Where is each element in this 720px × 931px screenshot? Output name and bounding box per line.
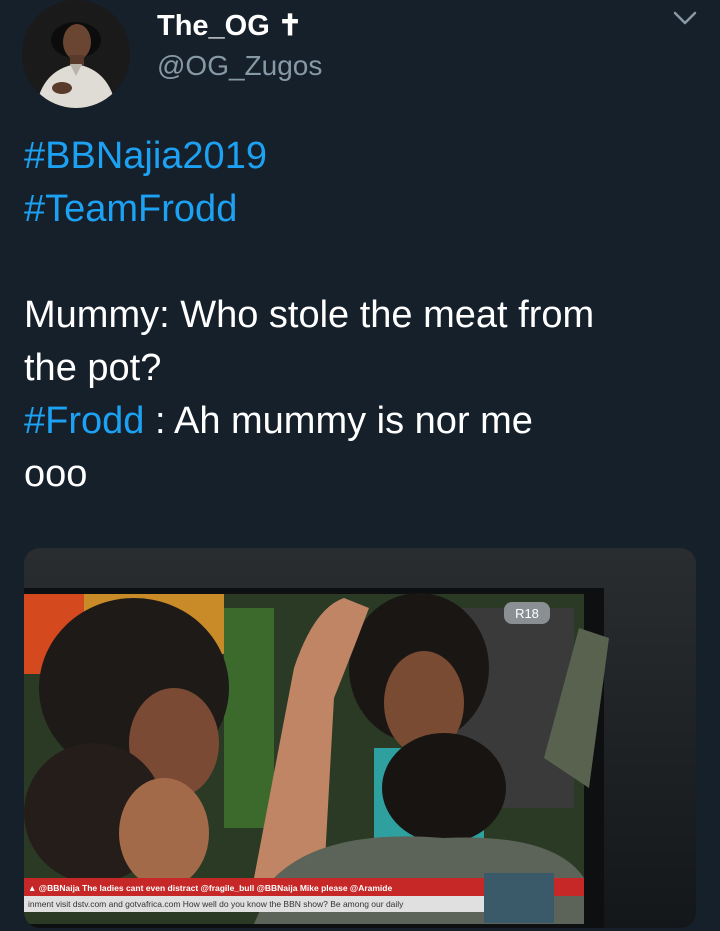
tweet-text-line: ooo (24, 453, 88, 495)
tweet-text-fragment: : Ah mummy is nor me (144, 400, 533, 442)
tweet-text-line: #Frodd : Ah mummy is nor me (24, 395, 704, 448)
tweet-media[interactable]: R18 ▲ @BBNaija The ladies cant even dist… (24, 548, 696, 928)
tv-badge: R18 (515, 606, 539, 621)
tv-ticker-bottom: inment visit dstv.com and gotvafrica.com… (28, 899, 404, 909)
hashtag-bbnajia2019[interactable]: #BBNajia2019 (24, 135, 267, 177)
tweet-text: #BBNajia2019 #TeamFrodd Mummy: Who stole… (24, 130, 704, 501)
hashtag-teamfrodd[interactable]: #TeamFrodd (24, 188, 237, 230)
tweet-text-line: the pot? (24, 347, 162, 389)
hashtag-link[interactable]: #TeamFrodd (24, 183, 704, 236)
avatar[interactable] (22, 0, 130, 108)
hashtag-frodd[interactable]: #Frodd (24, 400, 144, 442)
author-name[interactable]: The_OG ✝ (157, 8, 302, 43)
tv-ticker-top: ▲ @BBNaija The ladies cant even distract… (28, 883, 392, 893)
avatar-photo (22, 0, 130, 108)
tv-screen-photo: R18 ▲ @BBNaija The ladies cant even dist… (24, 548, 696, 928)
tweet-text-line: Mummy: Who stole the meat from (24, 294, 595, 336)
author-handle[interactable]: @OG_Zugos (157, 50, 322, 82)
hashtag-link[interactable]: #BBNajia2019 (24, 130, 704, 183)
chevron-down-icon[interactable] (672, 8, 698, 28)
